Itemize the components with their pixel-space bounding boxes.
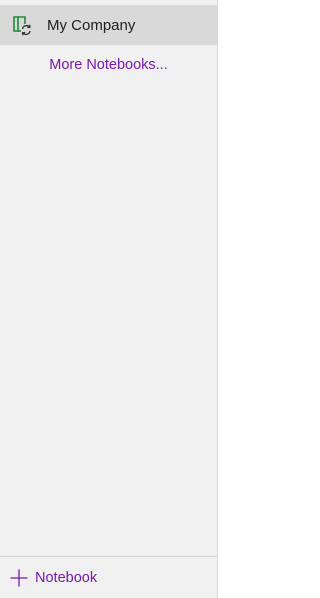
notebook-sync-icon <box>10 13 34 37</box>
plus-icon <box>9 568 29 588</box>
notebook-item-my-company[interactable]: My Company <box>0 5 217 45</box>
more-notebooks-link[interactable]: More Notebooks... <box>0 57 217 73</box>
add-notebook-button[interactable]: Notebook <box>0 556 217 598</box>
notebooks-pane: My Company More Notebooks... Notebook <box>0 0 218 598</box>
add-notebook-label: Notebook <box>35 569 98 586</box>
notebook-label: My Company <box>47 16 136 34</box>
